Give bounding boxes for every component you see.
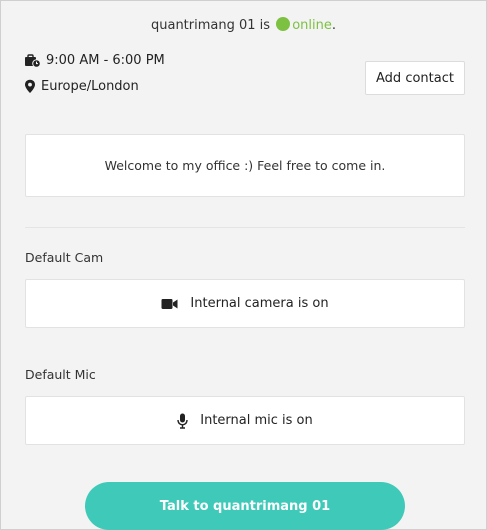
briefcase-clock-icon <box>25 53 41 68</box>
default-mic-label: Default Mic <box>25 367 96 382</box>
online-dot-icon <box>276 17 291 31</box>
welcome-message: Welcome to my office :) Feel free to com… <box>25 134 465 197</box>
map-pin-icon <box>25 79 35 93</box>
mic-toggle[interactable]: Internal mic is on <box>25 396 465 445</box>
presence-status: quantrimang 01 is online. <box>1 17 486 33</box>
microphone-icon <box>177 413 188 429</box>
video-camera-icon <box>161 298 178 309</box>
online-label: online <box>292 18 332 33</box>
user-status-text: quantrimang 01 is <box>150 18 271 33</box>
talk-button[interactable]: Talk to quantrimang 01 <box>85 482 405 530</box>
welcome-text: Welcome to my office :) Feel free to com… <box>104 158 386 173</box>
section-divider <box>25 227 465 228</box>
add-contact-button[interactable]: Add contact <box>365 61 465 95</box>
camera-toggle[interactable]: Internal camera is on <box>25 279 465 328</box>
status-period: . <box>331 18 336 33</box>
timezone: Europe/London <box>24 79 139 94</box>
timezone-text: Europe/London <box>41 79 139 94</box>
office-hours-text: 9:00 AM - 6:00 PM <box>46 53 165 68</box>
office-hours: 9:00 AM - 6:00 PM <box>24 53 165 68</box>
camera-status-text: Internal camera is on <box>190 296 329 311</box>
mic-status-text: Internal mic is on <box>200 413 313 428</box>
default-cam-label: Default Cam <box>25 250 104 265</box>
